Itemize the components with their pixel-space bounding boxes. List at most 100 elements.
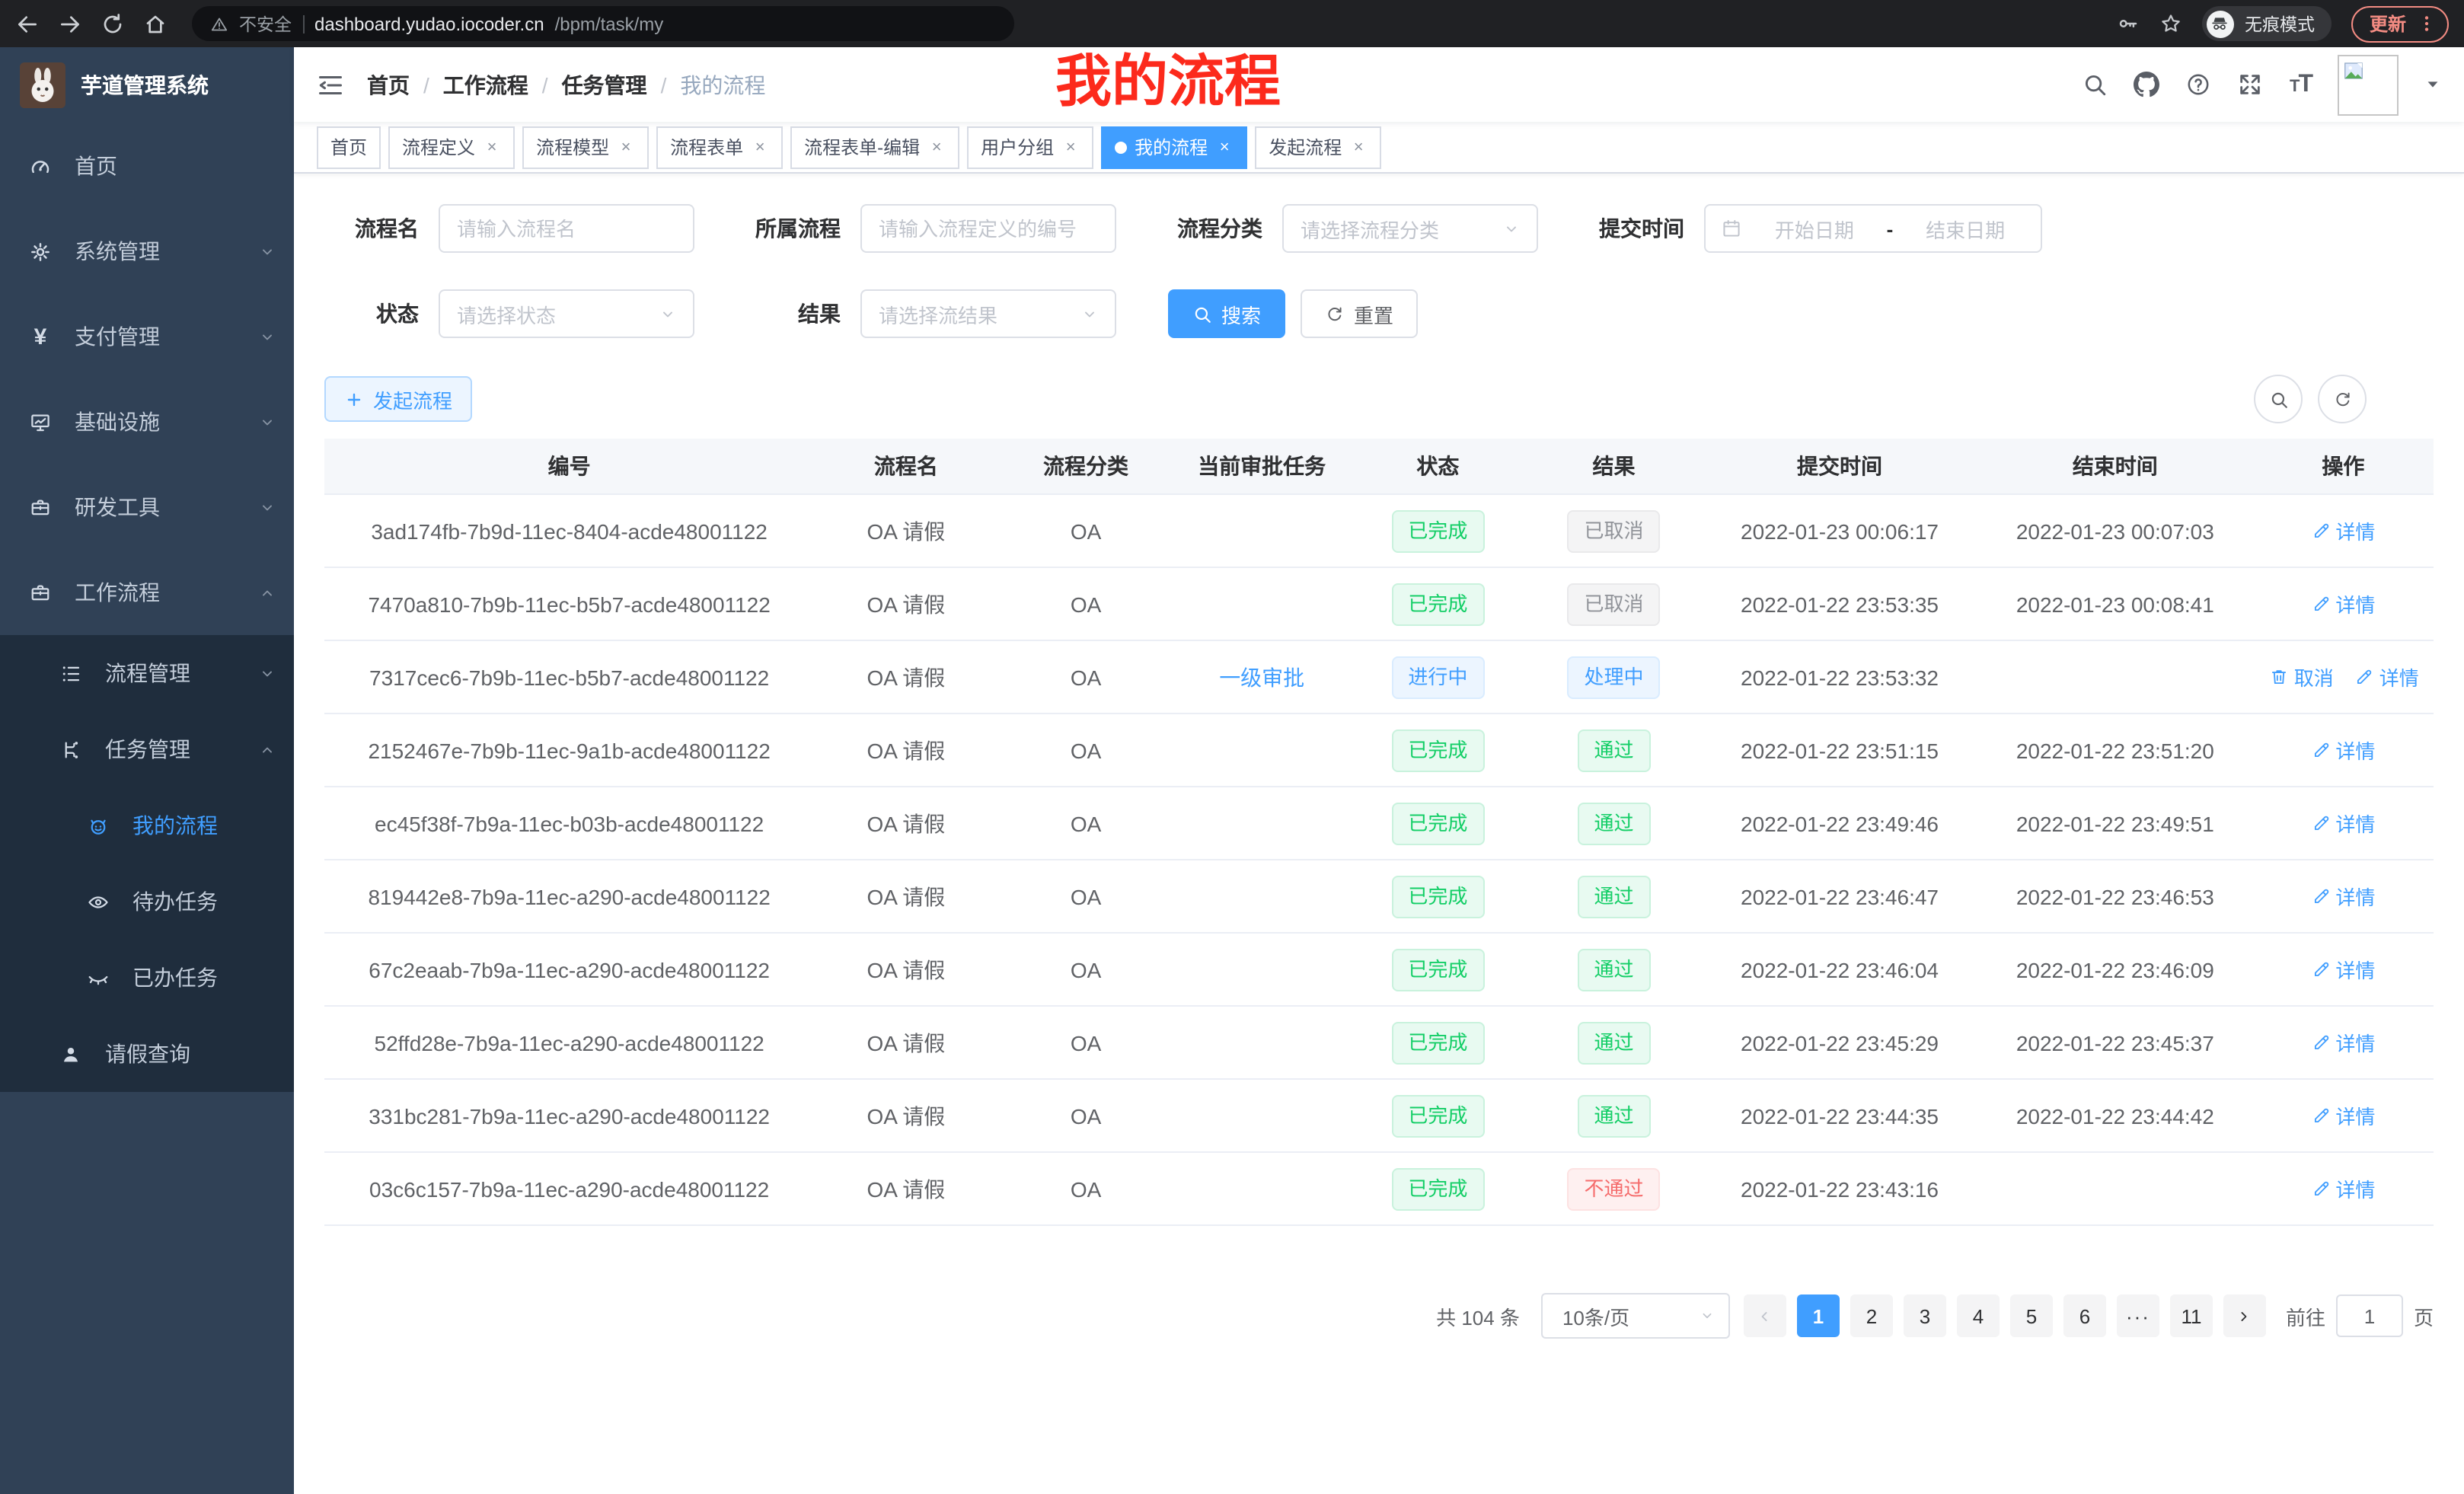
reset-button[interactable]: 重置 (1301, 289, 1418, 338)
tab[interactable]: 用户分组× (967, 126, 1093, 168)
detail-link[interactable]: 详情 (2311, 1101, 2375, 1130)
process-definition-input[interactable] (860, 204, 1116, 253)
page-button[interactable]: 11 (2170, 1294, 2213, 1337)
eye-closed-icon (87, 966, 110, 989)
sidebar-item[interactable]: 工作流程 (0, 550, 294, 635)
table-row: 03c6c157-7b9a-11ec-a290-acde48001122 OA … (324, 1152, 2434, 1225)
breadcrumb-task[interactable]: 任务管理 (562, 69, 647, 100)
table-row: 52ffd28e-7b9a-11ec-a290-acde48001122 OA … (324, 1006, 2434, 1079)
sidebar-item[interactable]: 任务管理 (0, 711, 294, 787)
category-select[interactable]: 请选择流程分类 (1282, 204, 1538, 253)
tab-label: 流程表单 (670, 134, 743, 160)
browser-home-icon[interactable] (143, 11, 168, 36)
col-category: 流程分类 (997, 439, 1173, 494)
cell-id: ec45f38f-7b9a-11ec-b03b-acde48001122 (324, 787, 814, 860)
sidebar-item[interactable]: 流程管理 (0, 635, 294, 711)
toggle-search-button[interactable] (2254, 375, 2303, 423)
sidebar-item[interactable]: 请假查询 (0, 1016, 294, 1092)
app-logo[interactable]: 芋道管理系统 (0, 47, 294, 123)
bookmark-star-icon[interactable] (2159, 12, 2182, 35)
avatar-caret-icon[interactable] (2424, 76, 2441, 93)
detail-link[interactable]: 详情 (2311, 516, 2375, 545)
breadcrumb-home[interactable]: 首页 (367, 69, 410, 100)
tab[interactable]: 我的流程× (1101, 126, 1247, 168)
more-pages-button[interactable]: ··· (2117, 1294, 2159, 1337)
cell-status: 已完成 (1350, 933, 1526, 1006)
page-size-select[interactable]: 10条/页 (1541, 1293, 1730, 1339)
address-bar[interactable]: 不安全 dashboard.yudao.iocoder.cn/bpm/task/… (192, 6, 1014, 41)
sidebar-item[interactable]: 系统管理 (0, 209, 294, 294)
result-tag: 通过 (1578, 802, 1651, 844)
tab[interactable]: 流程表单 × (656, 126, 783, 168)
detail-link[interactable]: 详情 (2311, 955, 2375, 984)
tags-view: 首页流程定义×流程模型×流程表单×流程表单-编辑×用户分组×我的流程×发起流程× (294, 122, 2464, 174)
cell-submit-time: 2022-01-22 23:46:04 (1702, 933, 1977, 1006)
next-page-button[interactable] (2223, 1294, 2266, 1337)
tab[interactable]: 流程定义× (388, 126, 515, 168)
sidebar-item[interactable]: 我的流程 (0, 787, 294, 864)
task-link[interactable]: 一级审批 (1219, 665, 1304, 689)
close-icon[interactable]: × (927, 138, 946, 156)
sidebar-item[interactable]: 已办任务 (0, 940, 294, 1016)
result-select[interactable]: 请选择流结果 (860, 289, 1116, 338)
table-row: 819442e8-7b9a-11ec-a290-acde48001122 OA … (324, 860, 2434, 933)
cell-status: 已完成 (1350, 1006, 1526, 1079)
process-name-input[interactable] (439, 204, 694, 253)
tab[interactable]: 首页 (317, 126, 381, 168)
browser-forward-icon[interactable] (58, 11, 82, 36)
breadcrumb-workflow[interactable]: 工作流程 (443, 69, 528, 100)
sidebar-item[interactable]: 基础设施 (0, 379, 294, 464)
cancel-link[interactable]: 取消 (2270, 662, 2334, 691)
cell-actions: 详情 (2253, 787, 2434, 860)
close-icon[interactable]: × (1061, 138, 1080, 156)
sidebar-item[interactable]: 首页 (0, 123, 294, 209)
prev-page-button[interactable] (1744, 1294, 1786, 1337)
page-button[interactable]: 4 (1957, 1294, 2000, 1337)
edit-icon (2311, 959, 2331, 979)
tab[interactable]: 发起流程× (1255, 126, 1381, 168)
detail-link[interactable]: 详情 (2355, 662, 2419, 691)
browser-update-button[interactable]: 更新 (2351, 5, 2449, 42)
page-button[interactable]: 1 (1797, 1294, 1840, 1337)
sidebar-item[interactable]: 待办任务 (0, 864, 294, 940)
cell-status: 进行中 (1350, 640, 1526, 713)
sidebar-item[interactable]: 研发工具 (0, 464, 294, 550)
fullscreen-icon[interactable] (2238, 72, 2264, 97)
password-key-icon[interactable] (2117, 12, 2140, 35)
sidebar-item[interactable]: ¥支付管理 (0, 294, 294, 379)
detail-link[interactable]: 详情 (2311, 589, 2375, 618)
close-icon[interactable]: × (617, 138, 635, 156)
detail-link[interactable]: 详情 (2311, 1174, 2375, 1203)
sidebar-toggle-icon[interactable] (317, 71, 344, 98)
detail-link[interactable]: 详情 (2311, 736, 2375, 765)
close-icon[interactable]: × (483, 138, 501, 156)
help-icon[interactable] (2186, 72, 2212, 97)
tab[interactable]: 流程模型× (522, 126, 649, 168)
page-button[interactable]: 6 (2063, 1294, 2106, 1337)
status-select[interactable]: 请选择状态 (439, 289, 694, 338)
page-button[interactable]: 2 (1850, 1294, 1893, 1337)
close-icon[interactable]: × (1349, 138, 1368, 156)
goto-label: 前往 (2286, 1301, 2325, 1330)
page-button[interactable]: 5 (2010, 1294, 2053, 1337)
github-icon[interactable] (2134, 72, 2160, 97)
font-size-icon[interactable]: TT (2290, 71, 2312, 98)
page-button[interactable]: 3 (1904, 1294, 1946, 1337)
close-icon[interactable]: × (1215, 138, 1234, 156)
detail-link[interactable]: 详情 (2311, 809, 2375, 838)
goto-page-input[interactable] (2336, 1294, 2403, 1337)
avatar[interactable] (2338, 54, 2399, 115)
browser-back-icon[interactable] (15, 11, 40, 36)
tab[interactable]: 流程表单-编辑× (790, 126, 959, 168)
browser-menu-dots-icon[interactable] (2417, 14, 2437, 34)
search-button[interactable]: 搜索 (1168, 289, 1285, 338)
cell-submit-time: 2022-01-22 23:53:35 (1702, 567, 1977, 640)
browser-reload-icon[interactable] (101, 11, 125, 36)
search-icon[interactable] (2083, 72, 2108, 97)
close-icon[interactable]: × (751, 138, 769, 156)
detail-link[interactable]: 详情 (2311, 882, 2375, 911)
start-process-button[interactable]: 发起流程 (324, 376, 472, 422)
date-range-picker[interactable]: 开始日期 - 结束日期 (1704, 204, 2042, 253)
refresh-table-button[interactable] (2318, 375, 2367, 423)
detail-link[interactable]: 详情 (2311, 1028, 2375, 1057)
